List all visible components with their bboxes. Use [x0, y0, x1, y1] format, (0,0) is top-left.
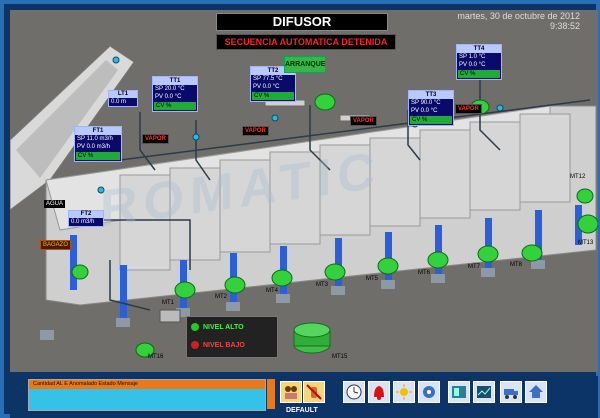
lt1-value: 0.0 m	[111, 99, 127, 105]
ft1-title: FT1	[75, 127, 121, 135]
vapor-tag-2: VAPOR	[242, 126, 269, 136]
ft2-panel[interactable]: FT2 0.0 m3/h	[68, 210, 104, 227]
default-label: DEFAULT	[286, 407, 318, 414]
date-text: martes, 30 de octubre de 2012	[457, 11, 580, 21]
message-panel: Cantidad AL E Anomalado Estado Mensaje	[28, 379, 266, 411]
tt1-cv: CV %	[154, 102, 196, 110]
level-low-label: NIVEL BAJO	[203, 342, 245, 349]
vapor-tag-3: VAPOR	[350, 116, 377, 126]
tt2-sp: SP 77.5 °C	[253, 76, 283, 82]
vapor-tag-1: VAPOR	[142, 134, 169, 144]
divider-strip	[267, 379, 275, 409]
tt2-pv: PV 0.0 °C	[253, 84, 280, 90]
level-status-box: NIVEL ALTO NIVEL BAJO	[186, 316, 278, 358]
tt1-sp: SP 20.0 °C	[155, 86, 185, 92]
ft1-sp: SP 11.0 m3/h	[77, 136, 113, 142]
alarm-bell-icon[interactable]	[368, 381, 390, 403]
hand-icon[interactable]	[303, 381, 325, 403]
tt4-sp: SP 1.0 °C	[459, 54, 486, 60]
sun-icon[interactable]	[393, 381, 415, 403]
motor-label: MT2	[215, 294, 227, 300]
tt3-pv: PV 0.0 °C	[411, 108, 438, 114]
bottom-bar: Cantidad AL E Anomalado Estado Mensaje D…	[10, 376, 598, 418]
lt1-panel[interactable]: LT1 0.0 m	[108, 90, 138, 107]
level-low-lamp	[191, 341, 199, 350]
tt3-sp: SP 90.0 °C	[411, 100, 441, 106]
motor-label: MT13	[578, 240, 594, 246]
sequence-status: SECUENCIA AUTOMATICA DETENIDA	[216, 34, 396, 50]
level-high-lamp	[191, 323, 199, 332]
tt2-cv: CV %	[252, 92, 294, 100]
ft1-cv: CV %	[76, 152, 120, 160]
tt3-title: TT3	[409, 91, 453, 99]
ft2-title: FT2	[69, 211, 103, 218]
time-text: 9:38:52	[549, 21, 580, 31]
message-header: Cantidad AL E Anomalado Estado Mensaje	[33, 381, 138, 387]
page-title: DIFUSOR	[216, 13, 388, 31]
truck-icon[interactable]	[500, 381, 522, 403]
tt4-pv: PV 0.0 °C	[459, 62, 486, 68]
motor-label: MT7	[468, 264, 480, 270]
ft2-value: 0.0 m3/h	[71, 219, 95, 225]
trend-icon[interactable]	[473, 381, 495, 403]
window-frame: ROMATIC TT1 SP 20.0 °C PV 0.0 °C CV % TT…	[0, 0, 600, 418]
settings-icon[interactable]	[418, 381, 440, 403]
tt1-pv: PV 0.0 °C	[155, 94, 182, 100]
motor-label: MT4	[266, 288, 278, 294]
tt4-cv: CV %	[458, 70, 500, 78]
home-icon[interactable]	[525, 381, 547, 403]
motor-label: MT15	[332, 354, 348, 360]
motor-label: MT12	[570, 174, 586, 180]
water-tag: AGUA	[44, 200, 66, 208]
ft1-pv: PV 0.0 m3/h	[77, 144, 111, 150]
people-icon[interactable]	[280, 381, 302, 403]
tt3-panel[interactable]: TT3 SP 90.0 °C PV 0.0 °C CV %	[408, 90, 454, 126]
lt1-title: LT1	[109, 91, 137, 98]
tt4-panel[interactable]: TT4 SP 1.0 °C PV 0.0 °C CV %	[456, 44, 502, 80]
tt4-title: TT4	[457, 45, 501, 53]
motor-label: MT5	[366, 276, 378, 282]
tt1-title: TT1	[153, 77, 197, 85]
tt1-panel[interactable]: TT1 SP 20.0 °C PV 0.0 °C CV %	[152, 76, 198, 112]
clock-icon[interactable]	[343, 381, 365, 403]
motor-label: MT8	[510, 262, 522, 268]
level-high-label: NIVEL ALTO	[203, 324, 244, 331]
ft1-panel[interactable]: FT1 SP 11.0 m3/h PV 0.0 m3/h CV %	[74, 126, 122, 162]
level-high-row: NIVEL ALTO	[191, 321, 275, 335]
motor-label: MT1	[162, 300, 174, 306]
bagasse-tag: BAGAZO	[40, 240, 72, 250]
motor-label: MT3	[316, 282, 328, 288]
motor-label: MT16	[148, 354, 164, 360]
level-low-row: NIVEL BAJO	[191, 339, 275, 353]
vapor-tag-4: VAPOR	[455, 104, 482, 114]
datetime: martes, 30 de octubre de 2012 9:38:52	[457, 11, 580, 31]
motor-label: MT6	[418, 270, 430, 276]
start-button[interactable]: ARRANQUE	[284, 56, 326, 73]
tt3-cv: CV %	[410, 116, 452, 124]
panel-icon[interactable]	[448, 381, 470, 403]
